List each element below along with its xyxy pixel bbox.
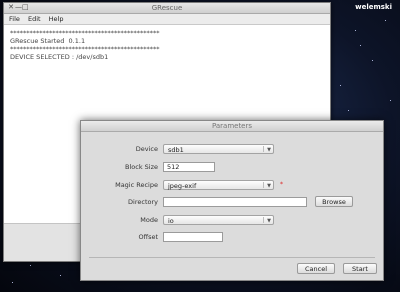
device-value: sdb1 xyxy=(168,146,184,154)
block-size-field[interactable]: 512 xyxy=(163,162,215,172)
parameters-dialog: Parameters Device sdb1 ▼ Block Size 512 … xyxy=(80,120,384,281)
menu-edit[interactable]: Edit xyxy=(28,15,41,23)
main-window-title: GRescue xyxy=(151,4,183,12)
log-output: ****************************************… xyxy=(4,25,330,65)
mode-combo[interactable]: io ▼ xyxy=(163,215,274,225)
log-line: ****************************************… xyxy=(10,45,160,53)
combo-separator xyxy=(263,217,264,223)
mode-value: io xyxy=(168,217,174,225)
required-asterisk: * xyxy=(280,181,283,188)
device-label: Device xyxy=(135,145,158,153)
menu-file[interactable]: File xyxy=(9,15,20,23)
log-line: GRescue Started 0.1.1 xyxy=(10,37,86,45)
start-button[interactable]: Start xyxy=(343,263,377,274)
dialog-divider xyxy=(89,257,375,258)
magic-recipe-value: jpeg-exif xyxy=(168,182,197,190)
directory-label: Directory xyxy=(128,198,158,206)
chevron-down-icon: ▼ xyxy=(267,147,271,153)
chevron-down-icon: ▼ xyxy=(267,183,271,189)
directory-field[interactable] xyxy=(163,197,307,207)
block-size-label: Block Size xyxy=(125,163,158,171)
browse-button[interactable]: Browse xyxy=(315,196,353,207)
menu-help[interactable]: Help xyxy=(49,15,64,23)
combo-separator xyxy=(263,146,264,152)
combo-separator xyxy=(263,182,264,188)
device-combo[interactable]: sdb1 ▼ xyxy=(163,144,274,154)
magic-recipe-label: Magic Recipe xyxy=(115,181,158,189)
log-line: DEVICE SELECTED : /dev/sdb1 xyxy=(10,53,109,61)
main-titlebar[interactable]: ✕—□ GRescue xyxy=(4,3,330,14)
offset-field[interactable] xyxy=(163,232,223,242)
menu-bar: File Edit Help xyxy=(4,14,330,25)
log-line: ****************************************… xyxy=(10,29,160,37)
dialog-title[interactable]: Parameters xyxy=(81,121,383,132)
chevron-down-icon: ▼ xyxy=(267,218,271,224)
mode-label: Mode xyxy=(140,216,158,224)
magic-recipe-combo[interactable]: jpeg-exif ▼ xyxy=(163,180,274,190)
offset-label: Offset xyxy=(138,233,158,241)
user-name: welemski xyxy=(355,3,392,11)
cancel-button[interactable]: Cancel xyxy=(297,263,335,274)
